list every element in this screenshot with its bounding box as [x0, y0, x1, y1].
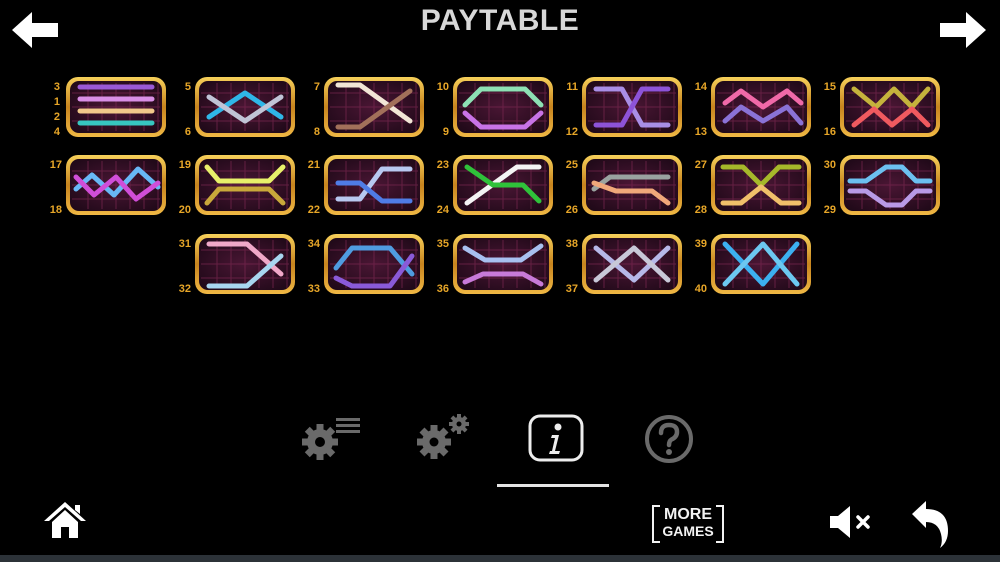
payline-card [66, 77, 166, 137]
payline-number: 22 [308, 204, 320, 216]
payline-number: 3 [54, 81, 60, 93]
payline-number: 15 [824, 81, 836, 93]
payline-card [582, 234, 682, 294]
payline-number: 34 [308, 238, 321, 250]
info-icon[interactable] [528, 414, 584, 462]
payline-card [324, 77, 424, 137]
payline-number: 33 [308, 283, 320, 295]
payline-card [840, 155, 940, 215]
back-icon[interactable] [908, 498, 952, 550]
payline-number: 11 [566, 81, 578, 93]
payline-number: 10 [437, 81, 449, 93]
payline-number: 1 [54, 96, 60, 108]
payline-card [195, 234, 295, 294]
payline-number: 6 [185, 126, 191, 138]
payline-number: 26 [566, 204, 578, 216]
payline-number: 29 [824, 204, 836, 216]
payline-card [453, 77, 553, 137]
payline-number: 25 [566, 159, 578, 171]
payline-card [66, 155, 166, 215]
payline-card [711, 155, 811, 215]
payline-number: 35 [437, 238, 449, 250]
payline-number: 14 [695, 81, 708, 93]
payline-card [582, 155, 682, 215]
payline-card [324, 234, 424, 294]
payline-number: 37 [566, 283, 578, 295]
paylines-grid: 3124567810911121413151617181920212223242… [50, 77, 940, 295]
payline-number: 19 [179, 159, 191, 171]
payline-card [324, 155, 424, 215]
payline-number: 9 [443, 126, 449, 138]
payline-card [840, 77, 940, 137]
payline-number: 20 [179, 204, 191, 216]
payline-number: 23 [437, 159, 449, 171]
payline-card [453, 234, 553, 294]
speaker-muted-icon[interactable] [828, 502, 876, 542]
payline-number: 31 [179, 238, 191, 250]
payline-number: 36 [437, 283, 449, 295]
payline-number: 39 [695, 238, 707, 250]
active-tab-indicator [497, 484, 609, 487]
payline-number: 17 [50, 159, 62, 171]
payline-number: 21 [308, 159, 320, 171]
settings-list-icon[interactable] [298, 412, 364, 462]
payline-number: 27 [695, 159, 707, 171]
more-games-line1: MORE [664, 506, 712, 523]
payline-card [711, 77, 811, 137]
payline-number: 13 [695, 126, 707, 138]
bottom-strip [0, 555, 1000, 562]
payline-number: 24 [437, 204, 450, 216]
payline-card [195, 77, 295, 137]
home-icon[interactable] [42, 500, 88, 540]
help-icon[interactable] [644, 414, 694, 464]
payline-number: 32 [179, 283, 191, 295]
payline-card [453, 155, 553, 215]
payline-card [195, 155, 295, 215]
payline-number: 7 [314, 81, 320, 93]
payline-number: 28 [695, 204, 707, 216]
payline-number: 18 [50, 204, 62, 216]
payline-card [711, 234, 811, 294]
payline-number: 40 [695, 283, 707, 295]
payline-number: 30 [824, 159, 836, 171]
payline-number: 5 [185, 81, 191, 93]
payline-number: 2 [54, 111, 60, 123]
payline-number: 12 [566, 126, 578, 138]
more-games-line2: GAMES [662, 523, 714, 539]
payline-number: 8 [314, 126, 320, 138]
payline-number: 38 [566, 238, 578, 250]
payline-number: 16 [824, 126, 836, 138]
gears-icon[interactable] [412, 410, 476, 462]
payline-number: 4 [54, 126, 61, 138]
payline-card [582, 77, 682, 137]
more-games-button[interactable]: MORE GAMES [652, 503, 724, 543]
